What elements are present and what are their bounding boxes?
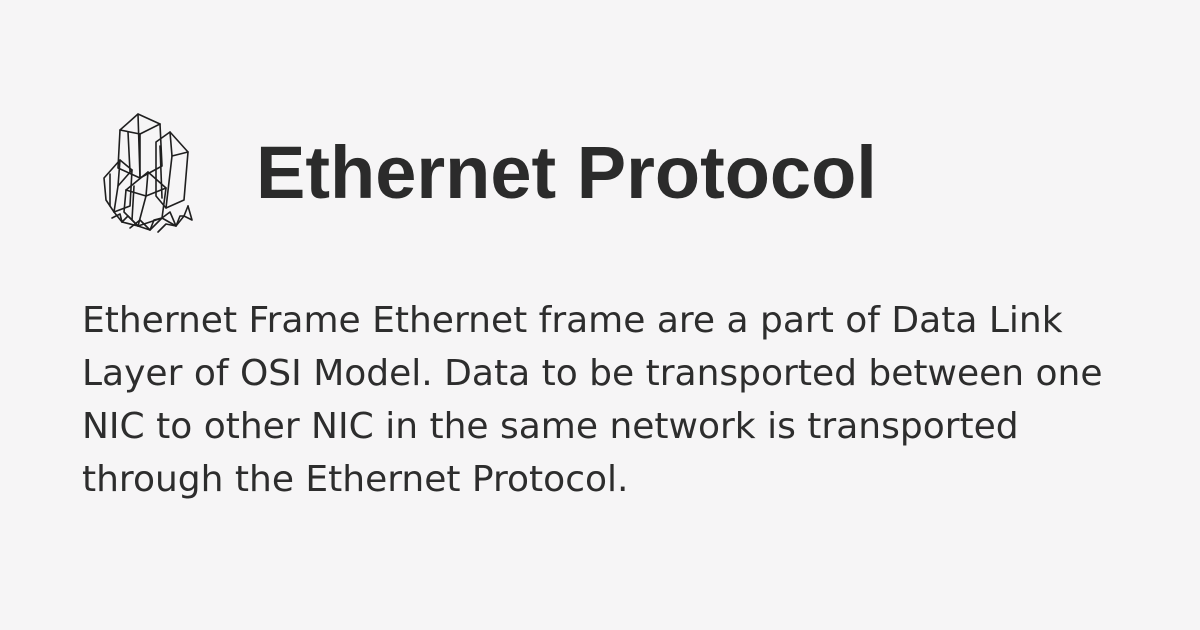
preview-card: Ethernet Protocol Ethernet Frame Etherne… — [0, 0, 1200, 630]
crystal-cluster-icon — [100, 108, 196, 234]
description-text: Ethernet Frame Ethernet frame are a part… — [82, 300, 1103, 500]
page-title: Ethernet Protocol — [256, 131, 877, 214]
